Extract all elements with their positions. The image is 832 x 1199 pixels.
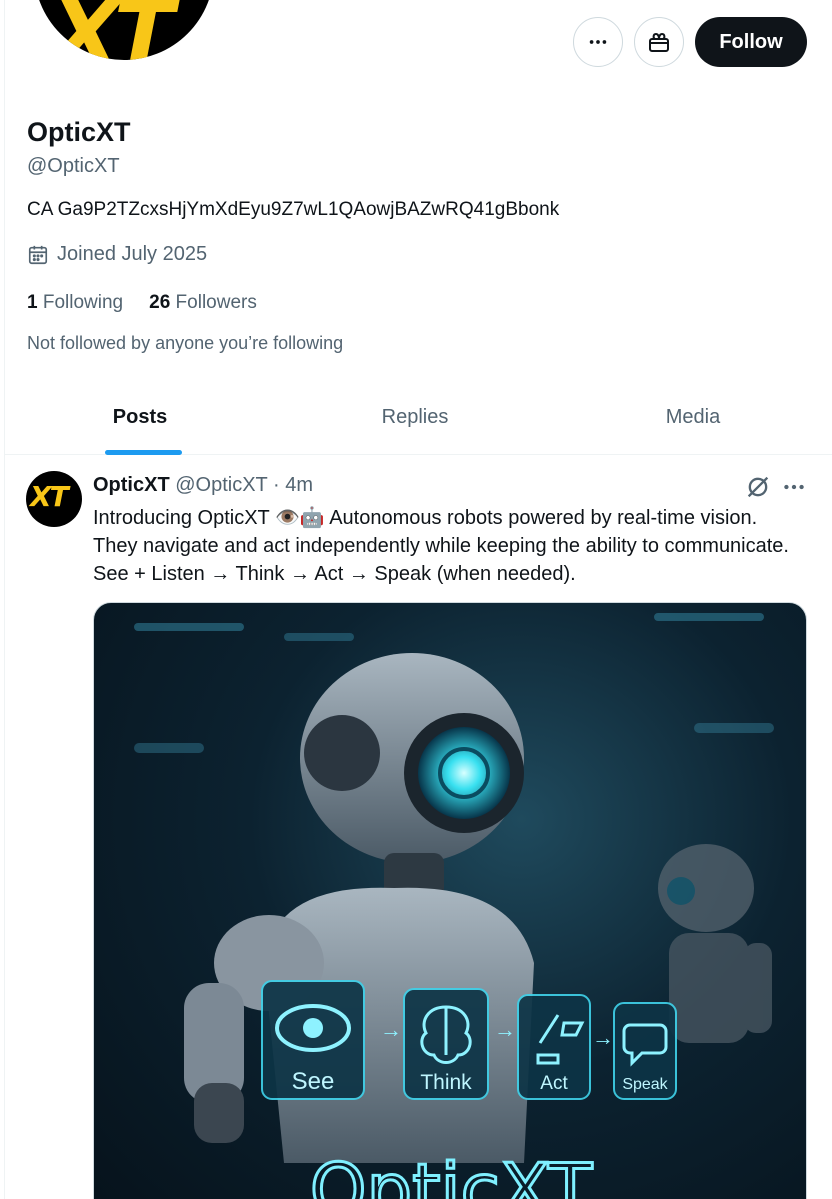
tab-posts[interactable]: Posts xyxy=(5,380,275,455)
tab-media[interactable]: Media xyxy=(558,380,828,455)
avatar-logo-text: XT xyxy=(52,0,174,64)
step-speak-label: Speak xyxy=(622,1076,668,1093)
image-brand-text: OpticXT xyxy=(310,1148,593,1199)
profile-bio: CA Ga9P2TZcxsHjYmXdEyu9Z7wL1QAowjBAZwRQ4… xyxy=(27,199,560,220)
followers-link[interactable]: 26 Followers xyxy=(149,292,257,314)
post-timestamp[interactable]: 4m xyxy=(285,474,313,496)
post-avatar-logo-text: XT xyxy=(30,480,69,513)
mutuals-note: Not followed by anyone you’re following xyxy=(27,333,344,353)
tab-replies[interactable]: Replies xyxy=(280,380,550,455)
post-author-handle[interactable]: @OpticXT xyxy=(175,474,267,496)
joined-date: Joined July 2025 xyxy=(27,243,207,266)
following-link[interactable]: 1 Following xyxy=(27,292,123,314)
active-tab-indicator xyxy=(105,450,182,455)
robot-illustration: See → Think → Act → Speak OpticXT xyxy=(134,613,774,1199)
post-text: Introducing OpticXT 👁️🤖 Autonomous robot… xyxy=(93,507,789,585)
column-border xyxy=(4,0,5,1199)
profile-avatar[interactable]: XT xyxy=(30,0,218,64)
profile-tabs: Posts Replies Media xyxy=(5,380,832,455)
post-author-avatar[interactable]: XT xyxy=(26,471,82,527)
follow-button[interactable]: Follow xyxy=(695,17,807,67)
post-author-name[interactable]: OpticXT xyxy=(93,474,170,496)
step-act-label: Act xyxy=(540,1073,568,1094)
post-meta-separator: · xyxy=(272,474,280,496)
gift-icon xyxy=(649,32,669,52)
svg-text:→: → xyxy=(380,1017,402,1042)
more-options-button[interactable] xyxy=(573,17,623,67)
profile-page: XT Follow OpticXT @OpticXT CA Ga9P2TZcxs… xyxy=(0,0,832,1199)
post-media-image[interactable]: See → Think → Act → Speak OpticXT xyxy=(93,602,807,1199)
profile-display-name: OpticXT xyxy=(27,117,131,147)
post-more-icon[interactable] xyxy=(781,474,807,500)
step-think-label: Think xyxy=(420,1071,472,1094)
more-icon xyxy=(589,40,607,44)
calendar-icon xyxy=(28,245,48,264)
profile-handle: @OpticXT xyxy=(27,155,120,177)
svg-text:→: → xyxy=(592,1025,614,1050)
svg-text:→: → xyxy=(494,1017,516,1042)
post-header: OpticXT @OpticXT · 4m xyxy=(93,474,313,497)
step-see-label: See xyxy=(292,1068,335,1095)
gift-button[interactable] xyxy=(634,17,684,67)
grok-icon[interactable] xyxy=(744,473,772,501)
joined-text: Joined July 2025 xyxy=(57,243,208,265)
follow-stats: 1 Following 26 Followers xyxy=(27,292,257,314)
